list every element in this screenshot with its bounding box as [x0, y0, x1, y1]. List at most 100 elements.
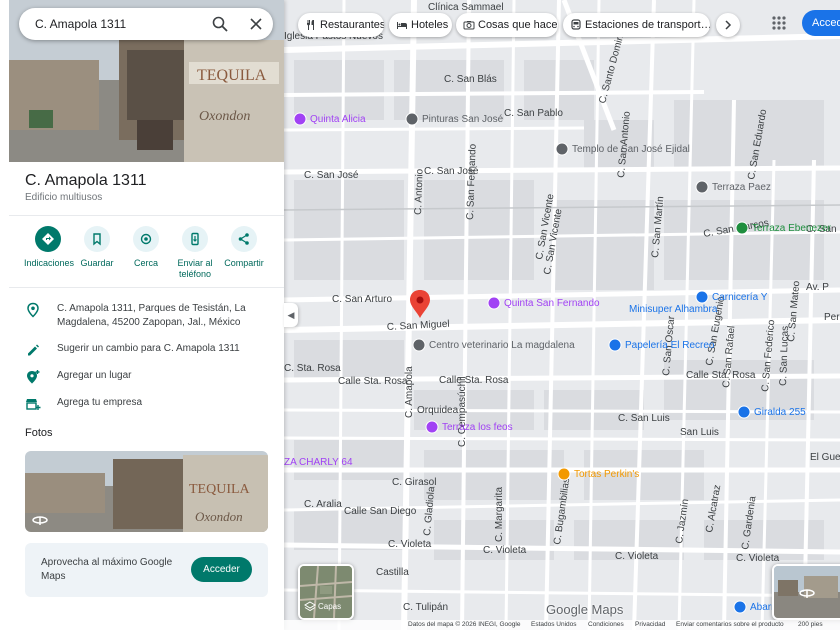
- street-label: Calle Sta. Rosa: [439, 375, 509, 386]
- map-blocks: [294, 60, 824, 560]
- action-label: Enviar al teléfono: [177, 258, 213, 279]
- signin-button[interactable]: Acceder: [802, 10, 840, 36]
- poi-label: Giralda 255: [754, 407, 806, 418]
- apps-grid-icon[interactable]: [770, 14, 788, 32]
- address-row[interactable]: C. Amapola 1311, Parques de Tesistán, La…: [25, 302, 275, 332]
- divider: [9, 215, 284, 216]
- poi-marker[interactable]: Clínica Sammael: [428, 2, 504, 13]
- street-label: San Luis: [680, 427, 719, 438]
- promo-signin-button[interactable]: Acceder: [191, 557, 252, 582]
- poi-marker[interactable]: Papelería El Recreo: [608, 338, 715, 352]
- footer-feedback[interactable]: Enviar comentarios sobre el producto: [676, 621, 784, 628]
- street-label: C. Antonio: [413, 168, 426, 215]
- chip-things-to-do[interactable]: Cosas que hacer: [456, 13, 558, 37]
- close-icon[interactable]: [247, 15, 265, 33]
- map-svg[interactable]: C. San BlásC. San PabloIglesia Pastos Nu…: [284, 0, 840, 630]
- poi-marker[interactable]: Quinta Alicia: [293, 112, 366, 126]
- photo-thumbnail[interactable]: TEQUILA Oxondon: [25, 451, 268, 532]
- street-label: C. San Luis: [618, 413, 670, 424]
- place-title: C. Amapola 1311: [25, 172, 147, 189]
- 360-icon: [32, 516, 48, 525]
- directions-button[interactable]: Indicaciones: [24, 226, 75, 269]
- search-icon[interactable]: [211, 15, 229, 33]
- action-label: Indicaciones: [24, 258, 75, 268]
- poi-pin-icon: [425, 420, 439, 434]
- footer-scale[interactable]: 200 pies: [798, 621, 823, 628]
- street-label: Castilla: [376, 567, 409, 578]
- chips-next-button[interactable]: [716, 13, 740, 37]
- street-label: C. Violeta: [388, 539, 432, 550]
- poi-marker[interactable]: El Guero A Carr. Co: [810, 452, 840, 463]
- poi-marker[interactable]: Carnicería Y: [695, 290, 768, 304]
- camera-icon: [463, 21, 475, 30]
- poi-marker[interactable]: Giralda 255: [737, 405, 806, 419]
- google-maps-logo: Google Maps: [546, 602, 624, 617]
- chip-label: Estaciones de transport…: [585, 19, 710, 31]
- chip-label: Restaurantes: [320, 19, 384, 31]
- street-label: C. Violeta: [483, 545, 527, 556]
- poi-label: Terraza los feos: [442, 422, 513, 433]
- share-icon: [238, 233, 249, 245]
- poi-label: Terraza Ebenezer: [752, 223, 832, 234]
- 360-icon: [799, 589, 815, 598]
- poi-pin-icon: [487, 296, 501, 310]
- action-label: Guardar: [80, 258, 114, 268]
- poi-label: Papelería El Recreo: [625, 340, 715, 351]
- hotel-icon: [397, 22, 407, 29]
- bookmark-icon: [93, 233, 101, 246]
- share-button[interactable]: Compartir: [220, 226, 268, 269]
- signin-promo: Aprovecha al máximo Google Maps Acceder: [25, 543, 268, 597]
- poi-marker[interactable]: Centro veterinario La magdalena: [412, 338, 575, 352]
- search-query[interactable]: C. Amapola 1311: [35, 17, 126, 31]
- poi-label: El Guero A Carr. Co: [810, 452, 840, 463]
- promo-text: Aprovecha al máximo Google Maps: [41, 557, 173, 582]
- poi-marker[interactable]: Terraza Paez: [695, 180, 771, 194]
- search-box[interactable]: C. Amapola 1311: [19, 8, 273, 40]
- street-label: Calle Sta. Rosa: [338, 376, 408, 387]
- chip-restaurants[interactable]: Restaurantes: [298, 13, 384, 37]
- poi-label: Quinta San Fernando: [504, 298, 600, 309]
- place-category[interactable]: Edificio multiusos: [25, 192, 102, 203]
- chip-hotels[interactable]: Hoteles: [389, 13, 452, 37]
- street-label: C. San Miguel: [387, 319, 450, 333]
- poi-marker[interactable]: ZA CHARLY 64: [284, 457, 353, 468]
- send-to-phone-icon: [191, 232, 199, 246]
- chevron-left-icon: ◀: [287, 310, 295, 320]
- footer-map-data: Datos del mapa © 2026 INEGI, Google: [408, 621, 521, 628]
- layers-button[interactable]: Capas: [298, 564, 354, 620]
- poi-pin-icon: [412, 338, 426, 352]
- send-to-phone-button[interactable]: Enviar al teléfono: [171, 226, 219, 280]
- street-view-thumbnail[interactable]: [772, 564, 840, 620]
- footer-terms[interactable]: Condiciones: [588, 621, 624, 628]
- restaurant-icon: [307, 20, 314, 30]
- place-panel: TEQUILA Oxondon C. Amapola 1311 C. Amapo…: [0, 0, 284, 630]
- poi-marker[interactable]: Minisuper Alhambra: [629, 304, 718, 315]
- add-location-icon: [27, 370, 40, 384]
- poi-label: ZA CHARLY 64: [284, 457, 353, 468]
- edit-pencil-icon: [28, 344, 39, 356]
- street-label: C. Cempasúchil: [457, 376, 468, 447]
- poi-marker[interactable]: Templo de San José Ejidal: [555, 142, 690, 156]
- nearby-button[interactable]: Cerca: [122, 226, 170, 269]
- directions-icon: [42, 233, 54, 245]
- poi-marker[interactable]: Quinta San Fernando: [487, 296, 600, 310]
- footer-country[interactable]: Estados Unidos: [531, 621, 577, 628]
- street-label: C. Tulipán: [403, 602, 448, 613]
- svg-text:TEQUILA: TEQUILA: [197, 67, 267, 84]
- chip-transit[interactable]: Estaciones de transport…: [563, 13, 710, 37]
- street-label: C. Margarita: [494, 487, 505, 542]
- poi-label: Templo de San José Ejidal: [572, 144, 690, 155]
- street-label: Perla: [824, 312, 840, 323]
- location-pin[interactable]: [410, 290, 430, 318]
- street-label: C. Amapola: [404, 366, 415, 418]
- street-label: C. San José: [304, 170, 359, 181]
- street-label: C. Jazmín: [674, 498, 691, 544]
- map-canvas[interactable]: C. San BlásC. San PabloIglesia Pastos Nu…: [284, 0, 840, 630]
- save-button[interactable]: Guardar: [73, 226, 121, 269]
- street-label: C. Sta. Rosa: [284, 363, 341, 374]
- collapse-panel-button[interactable]: ◀: [284, 303, 298, 327]
- footer-privacy[interactable]: Privacidad: [635, 621, 665, 628]
- poi-pin-icon: [695, 180, 709, 194]
- action-label: Cerca: [133, 258, 158, 268]
- poi-pin-icon: [608, 338, 622, 352]
